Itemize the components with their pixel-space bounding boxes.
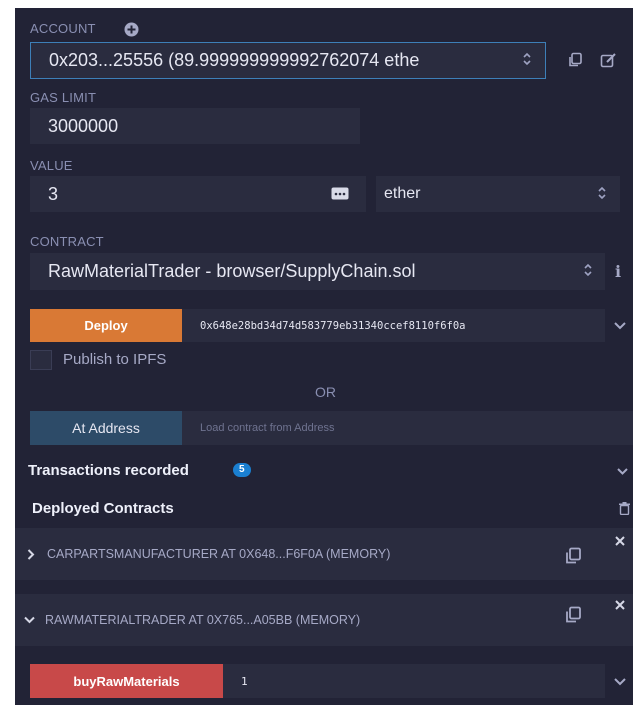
deploy-run-panel: ACCOUNT 0x203...25556 (89.99999999999276… <box>15 8 633 705</box>
frame-bottom <box>0 705 633 715</box>
contract-selected: RawMaterialTrader - browser/SupplyChain.… <box>48 261 416 281</box>
app-root: ACCOUNT 0x203...25556 (89.99999999999276… <box>0 0 633 715</box>
close-icon[interactable] <box>613 598 627 612</box>
frame-left <box>0 0 15 715</box>
copy-icon[interactable] <box>563 605 583 625</box>
chevron-down-icon[interactable] <box>612 319 628 333</box>
account-select[interactable]: 0x203...25556 (89.999999999992762074 eth… <box>30 42 546 79</box>
function-argument-input[interactable]: 1 <box>223 664 605 698</box>
value-input[interactable]: 3 <box>30 176 366 212</box>
copy-icon[interactable] <box>566 51 584 69</box>
frame-top <box>0 0 633 8</box>
function-button-label: buyRawMaterials <box>73 673 180 689</box>
ellipsis-icon[interactable] <box>330 185 350 201</box>
gas-limit-input[interactable]: 3000000 <box>30 108 360 144</box>
deployed-contract-carparts[interactable]: CARPARTSMANUFACTURER AT 0X648...F6F0A (M… <box>15 528 633 580</box>
contract-select[interactable]: RawMaterialTrader - browser/SupplyChain.… <box>30 253 605 290</box>
info-icon[interactable]: i <box>611 261 625 281</box>
edit-icon[interactable] <box>599 51 617 69</box>
at-address-input[interactable]: Load contract from Address <box>182 411 633 445</box>
account-label: ACCOUNT <box>30 21 96 36</box>
chevron-down-icon[interactable] <box>23 616 35 624</box>
at-address-button[interactable]: At Address <box>30 411 182 445</box>
value-amount: 3 <box>48 183 59 204</box>
function-argument-value: 1 <box>241 674 248 688</box>
chevron-right-icon[interactable] <box>25 548 37 560</box>
value-label: VALUE <box>30 158 73 173</box>
select-arrows-icon <box>581 261 595 283</box>
contract-label: CONTRACT <box>30 234 104 249</box>
copy-icon[interactable] <box>563 546 583 566</box>
plus-circle-icon[interactable] <box>123 21 139 37</box>
or-separator: OR <box>315 384 336 400</box>
deploy-button[interactable]: Deploy <box>30 309 182 342</box>
transactions-recorded-label[interactable]: Transactions recorded <box>28 462 189 479</box>
deployed-contract-rawmaterial[interactable]: RAWMATERIALTRADER AT 0X765...A05BB (MEMO… <box>15 594 633 646</box>
select-arrows-icon <box>520 50 534 72</box>
value-unit-select[interactable]: ether <box>376 176 620 212</box>
deployed-contracts-heading: Deployed Contracts <box>32 500 174 517</box>
select-arrows-icon <box>595 184 609 206</box>
value-unit: ether <box>384 185 421 202</box>
trash-icon[interactable] <box>617 500 631 516</box>
contract-instance-name: RAWMATERIALTRADER AT 0X765...A05BB (MEMO… <box>45 613 361 627</box>
gas-limit-value: 3000000 <box>48 115 119 136</box>
at-address-placeholder: Load contract from Address <box>200 422 335 434</box>
deploy-arguments-input[interactable]: 0x648e28bd34d74d583779eb31340ccef8110f6f… <box>182 309 605 342</box>
at-address-button-label: At Address <box>72 420 140 436</box>
buy-raw-materials-button[interactable]: buyRawMaterials <box>30 664 223 698</box>
publish-ipfs-checkbox[interactable] <box>30 350 52 370</box>
transactions-count-badge: 5 <box>233 463 251 477</box>
chevron-down-icon[interactable] <box>612 675 628 689</box>
deploy-button-label: Deploy <box>84 318 128 333</box>
gas-limit-label: GAS LIMIT <box>30 90 97 105</box>
account-value: 0x203...25556 (89.999999999992762074 eth… <box>49 50 420 70</box>
publish-ipfs-label: Publish to IPFS <box>63 351 167 368</box>
close-icon[interactable] <box>613 534 627 548</box>
deploy-arguments-value: 0x648e28bd34d74d583779eb31340ccef8110f6f… <box>200 319 466 332</box>
chevron-down-icon[interactable] <box>615 465 629 477</box>
contract-instance-name: CARPARTSMANUFACTURER AT 0X648...F6F0A (M… <box>47 547 391 561</box>
